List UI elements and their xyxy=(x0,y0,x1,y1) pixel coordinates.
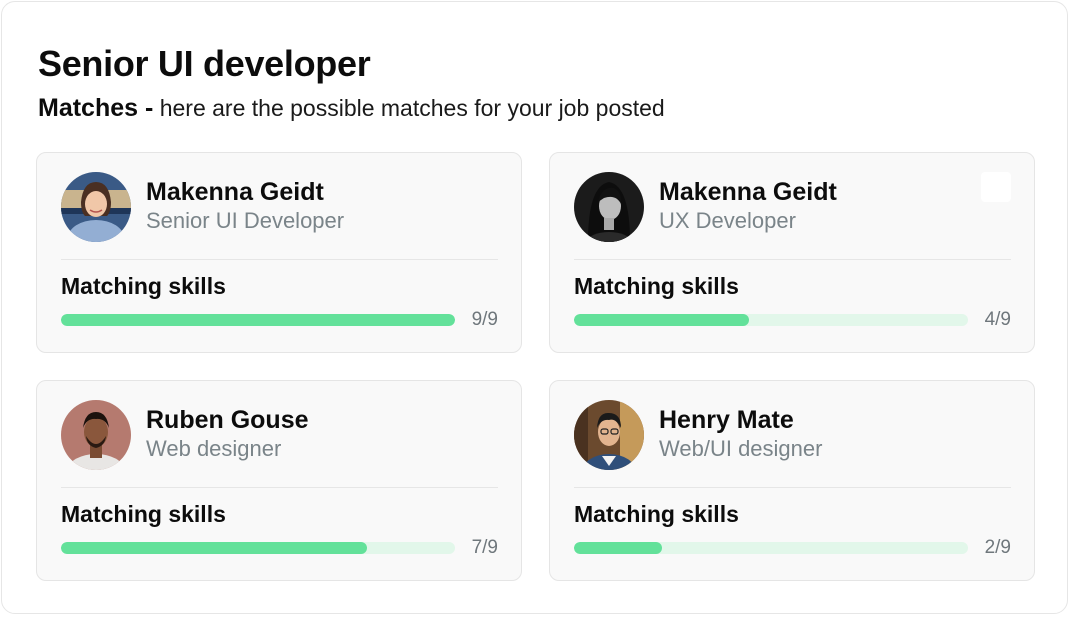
skills-progress-fill xyxy=(61,314,455,326)
candidate-role: Senior UI Developer xyxy=(146,208,345,233)
skills-count: 9/9 xyxy=(471,309,498,330)
skills-progress-fill xyxy=(574,314,750,326)
matching-skills-label: Matching skills xyxy=(61,501,226,527)
matching-skills-label: Matching skills xyxy=(61,273,226,299)
skills-progress-bar xyxy=(574,542,968,554)
match-card[interactable]: Ruben Gouse Web designer Matching skills… xyxy=(36,380,522,581)
candidate-name: Makenna Geidt xyxy=(146,178,324,206)
divider xyxy=(61,259,498,260)
page-subtitle: Matches - here are the possible matches … xyxy=(38,92,665,124)
skills-progress-bar xyxy=(61,542,455,554)
subtitle-text: here are the possible matches for your j… xyxy=(153,95,665,121)
skills-count: 7/9 xyxy=(471,537,498,558)
matching-skills-label: Matching skills xyxy=(574,501,739,527)
divider xyxy=(61,487,498,488)
divider xyxy=(574,487,1011,488)
avatar xyxy=(61,172,131,242)
select-checkbox[interactable] xyxy=(981,172,1011,202)
candidate-name: Makenna Geidt xyxy=(659,178,837,206)
candidate-name: Ruben Gouse xyxy=(146,406,309,434)
matching-skills-label: Matching skills xyxy=(574,273,739,299)
divider xyxy=(574,259,1011,260)
skills-progress-fill xyxy=(574,542,662,554)
match-card[interactable]: Makenna Geidt UX Developer Matching skil… xyxy=(549,152,1035,353)
avatar xyxy=(574,172,644,242)
candidate-name: Henry Mate xyxy=(659,406,794,434)
skills-progress-bar xyxy=(61,314,455,326)
skills-progress-fill xyxy=(61,542,368,554)
skills-count: 2/9 xyxy=(984,537,1011,558)
candidate-role: Web designer xyxy=(146,436,282,461)
skills-count: 4/9 xyxy=(984,309,1011,330)
candidate-role: UX Developer xyxy=(659,208,796,233)
subtitle-strong: Matches - xyxy=(38,94,154,122)
avatar xyxy=(61,400,131,470)
skills-progress-bar xyxy=(574,314,968,326)
match-card[interactable]: Henry Mate Web/UI designer Matching skil… xyxy=(549,380,1035,581)
avatar xyxy=(574,400,644,470)
page-title: Senior UI developer xyxy=(38,43,371,84)
candidate-role: Web/UI designer xyxy=(659,436,823,461)
match-card[interactable]: Makenna Geidt Senior UI Developer Matchi… xyxy=(36,152,522,353)
